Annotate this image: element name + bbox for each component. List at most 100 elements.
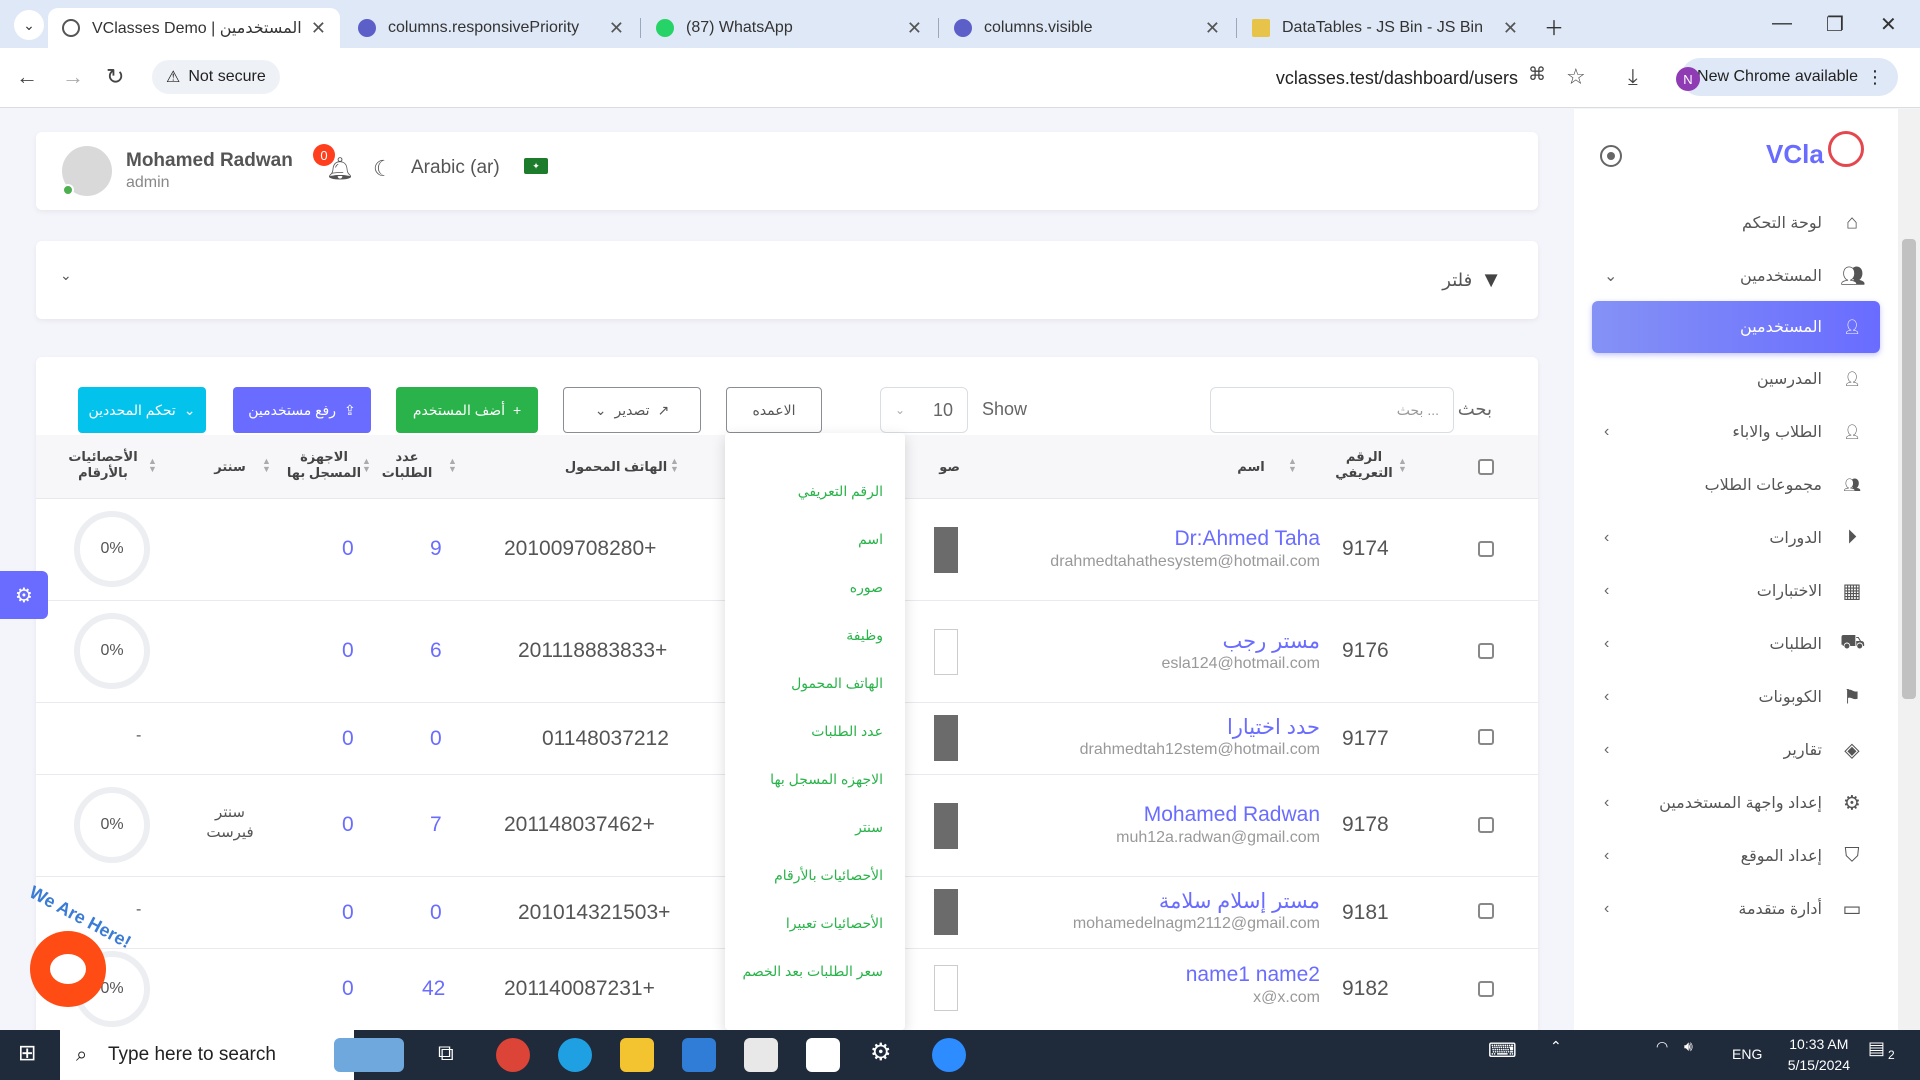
- row-checkbox[interactable]: [1478, 981, 1494, 997]
- taskbar-search[interactable]: ⌕ Type here to search: [60, 1030, 354, 1080]
- row-checkbox[interactable]: [1478, 903, 1494, 919]
- user-orders[interactable]: 42: [422, 977, 445, 1001]
- column-header-mobile[interactable]: الهاتف المحمول: [546, 459, 686, 475]
- star-icon[interactable]: ☆: [1566, 64, 1586, 90]
- user-devices[interactable]: 0: [342, 727, 354, 751]
- user-name-link[interactable]: مستر رجب: [1223, 629, 1320, 654]
- forward-icon[interactable]: →: [62, 64, 84, 90]
- close-window-icon[interactable]: ✕: [1880, 12, 1897, 37]
- sidebar-item-orders[interactable]: ‹ الطلبات ⛟: [1592, 622, 1880, 666]
- sidebar-item-courses[interactable]: ‹ الدورات ⏵: [1592, 516, 1880, 560]
- chrome-update-button[interactable]: New Chrome available ⋮: [1681, 58, 1898, 96]
- column-header-name[interactable]: اسم: [1226, 459, 1276, 475]
- sidebar-item-students-parents[interactable]: ‹ الطلاب والاباء 👤︎: [1592, 410, 1880, 454]
- user-orders[interactable]: 0: [430, 727, 442, 751]
- volume-icon[interactable]: 🔊︎: [1684, 1038, 1693, 1055]
- close-icon[interactable]: ✕: [311, 18, 326, 39]
- sidebar-item-site-settings[interactable]: ‹ إعداد الموقع ⛉: [1592, 834, 1880, 878]
- menu-item-image[interactable]: صوره: [850, 579, 883, 596]
- store-app-icon[interactable]: [744, 1038, 778, 1072]
- sidebar-item-dashboard[interactable]: لوحة التحكم ⌂: [1592, 201, 1880, 245]
- file-explorer-icon[interactable]: [620, 1038, 654, 1072]
- zoom-app-icon[interactable]: [932, 1038, 966, 1072]
- close-icon[interactable]: ✕: [1205, 18, 1220, 39]
- menu-item-orders[interactable]: عدد الطلبات: [811, 723, 883, 740]
- language-switcher[interactable]: Arabic (ar): [411, 157, 500, 179]
- export-button[interactable]: ⌄ تصدير ↗: [563, 387, 701, 433]
- address-bar[interactable]: vclasses.test/dashboard/users: [1276, 68, 1518, 89]
- sidebar-item-coupons[interactable]: ‹ الكوبونات ⚑: [1592, 675, 1880, 719]
- menu-item-job[interactable]: وظيفة: [846, 627, 883, 644]
- column-header-center[interactable]: سنتر: [202, 459, 258, 475]
- close-icon[interactable]: ✕: [1503, 18, 1518, 39]
- menu-item-devices[interactable]: الاجهزه المسجل بها: [770, 771, 883, 788]
- kebab-menu-icon[interactable]: ⋮: [1866, 67, 1884, 88]
- user-devices[interactable]: 0: [342, 901, 354, 925]
- moon-icon[interactable]: ☾: [373, 156, 393, 182]
- user-orders[interactable]: 7: [430, 813, 442, 837]
- tab-search-button[interactable]: ⌄: [14, 10, 44, 40]
- notification-center-icon[interactable]: ▤: [1868, 1038, 1885, 1059]
- page-scrollbar[interactable]: [1898, 109, 1920, 1030]
- sidebar-item-student-groups[interactable]: مجموعات الطلاب 👥︎: [1592, 463, 1880, 507]
- tab-columns-visible[interactable]: columns.visible ✕: [940, 8, 1234, 48]
- search-input[interactable]: بحث ...: [1210, 387, 1454, 433]
- user-name-link[interactable]: حدد اختيارا: [1227, 715, 1320, 740]
- row-checkbox[interactable]: [1478, 729, 1494, 745]
- chrome-app-icon[interactable]: [496, 1038, 530, 1072]
- language-indicator[interactable]: ENG: [1732, 1046, 1762, 1062]
- menu-item-stats-numbers[interactable]: الأحصائيات بالأرقام: [774, 867, 883, 884]
- taskbar-clock[interactable]: 10:33 AM 5/15/2024: [1788, 1034, 1850, 1076]
- maximize-icon[interactable]: ❐: [1826, 12, 1844, 37]
- translate-icon[interactable]: ⌘: [1528, 64, 1546, 85]
- row-checkbox[interactable]: [1478, 817, 1494, 833]
- chevron-down-icon[interactable]: ⌄: [60, 267, 72, 284]
- download-icon[interactable]: ⤓: [1628, 64, 1638, 90]
- customizer-gear-button[interactable]: ⚙: [0, 571, 48, 619]
- sidebar-toggle-icon[interactable]: [1600, 145, 1622, 167]
- user-name-link[interactable]: مستر إسلام سلامة: [1159, 889, 1320, 914]
- tab-jsbin[interactable]: DataTables - JS Bin - JS Bin ✕: [1238, 8, 1532, 48]
- select-all-checkbox[interactable]: [1478, 459, 1494, 475]
- column-header-image[interactable]: صو: [900, 459, 960, 475]
- tab-whatsapp[interactable]: (87) WhatsApp ✕: [642, 8, 936, 48]
- wifi-icon[interactable]: ◠: [1656, 1038, 1668, 1055]
- close-icon[interactable]: ✕: [609, 18, 624, 39]
- windows-start-icon[interactable]: ⊞: [18, 1040, 36, 1066]
- user-name-link[interactable]: Mohamed Radwan: [1144, 803, 1320, 827]
- sidebar-item-teachers[interactable]: المدرسين 👤︎: [1592, 357, 1880, 401]
- sidebar-item-users[interactable]: المستخدمين 👤︎: [1592, 301, 1880, 353]
- chat-widget-button[interactable]: [30, 931, 106, 1007]
- sort-icon[interactable]: ▲ ▼: [670, 457, 679, 474]
- column-header-orders[interactable]: عدد الطلبات: [376, 449, 438, 481]
- row-checkbox[interactable]: [1478, 541, 1494, 557]
- columns-button[interactable]: الاعمده: [726, 387, 822, 433]
- selected-control-button[interactable]: تحكم المحددين ⌄: [78, 387, 206, 433]
- menu-item-stats-expressive[interactable]: الأحصائيات تعبيرا: [786, 915, 883, 932]
- column-header-devices[interactable]: الاجهزة المسجل بها: [284, 449, 364, 481]
- user-name-link[interactable]: Dr:Ahmed Taha: [1174, 527, 1320, 551]
- user-devices[interactable]: 0: [342, 813, 354, 837]
- sidebar-item-advanced[interactable]: ‹ أدارة متقدمة ▭: [1592, 887, 1880, 931]
- user-devices[interactable]: 0: [342, 977, 354, 1001]
- user-devices[interactable]: 0: [342, 537, 354, 561]
- tab-vclasses[interactable]: VClasses Demo | المستخدمين ✕: [48, 8, 340, 48]
- filter-header[interactable]: فلتر ▼: [1442, 267, 1502, 293]
- sidebar-item-exams[interactable]: ‹ الاختبارات ▦: [1592, 569, 1880, 613]
- brand-logo[interactable]: VCla: [1766, 139, 1824, 170]
- keyboard-icon[interactable]: ⌨: [1488, 1038, 1517, 1063]
- sort-icon[interactable]: ▲ ▼: [262, 457, 271, 474]
- sidebar-item-reports[interactable]: ‹ تقارير ◈: [1592, 728, 1880, 772]
- sort-icon[interactable]: ▲ ▼: [148, 457, 157, 474]
- user-orders[interactable]: 9: [430, 537, 442, 561]
- task-view-icon[interactable]: ⧉: [438, 1040, 454, 1066]
- filter-panel[interactable]: ⌄ فلتر ▼: [36, 241, 1538, 319]
- minimize-icon[interactable]: —: [1772, 12, 1792, 35]
- menu-item-id[interactable]: الرقم التعريفي: [798, 483, 883, 500]
- sort-icon[interactable]: ▲ ▼: [448, 457, 457, 474]
- menu-item-mobile[interactable]: الهاتف المحمول: [791, 675, 883, 692]
- tray-chevron-icon[interactable]: ⌃: [1550, 1038, 1562, 1055]
- sort-icon[interactable]: ▲ ▼: [1288, 457, 1297, 474]
- row-checkbox[interactable]: [1478, 643, 1494, 659]
- close-icon[interactable]: ✕: [907, 18, 922, 39]
